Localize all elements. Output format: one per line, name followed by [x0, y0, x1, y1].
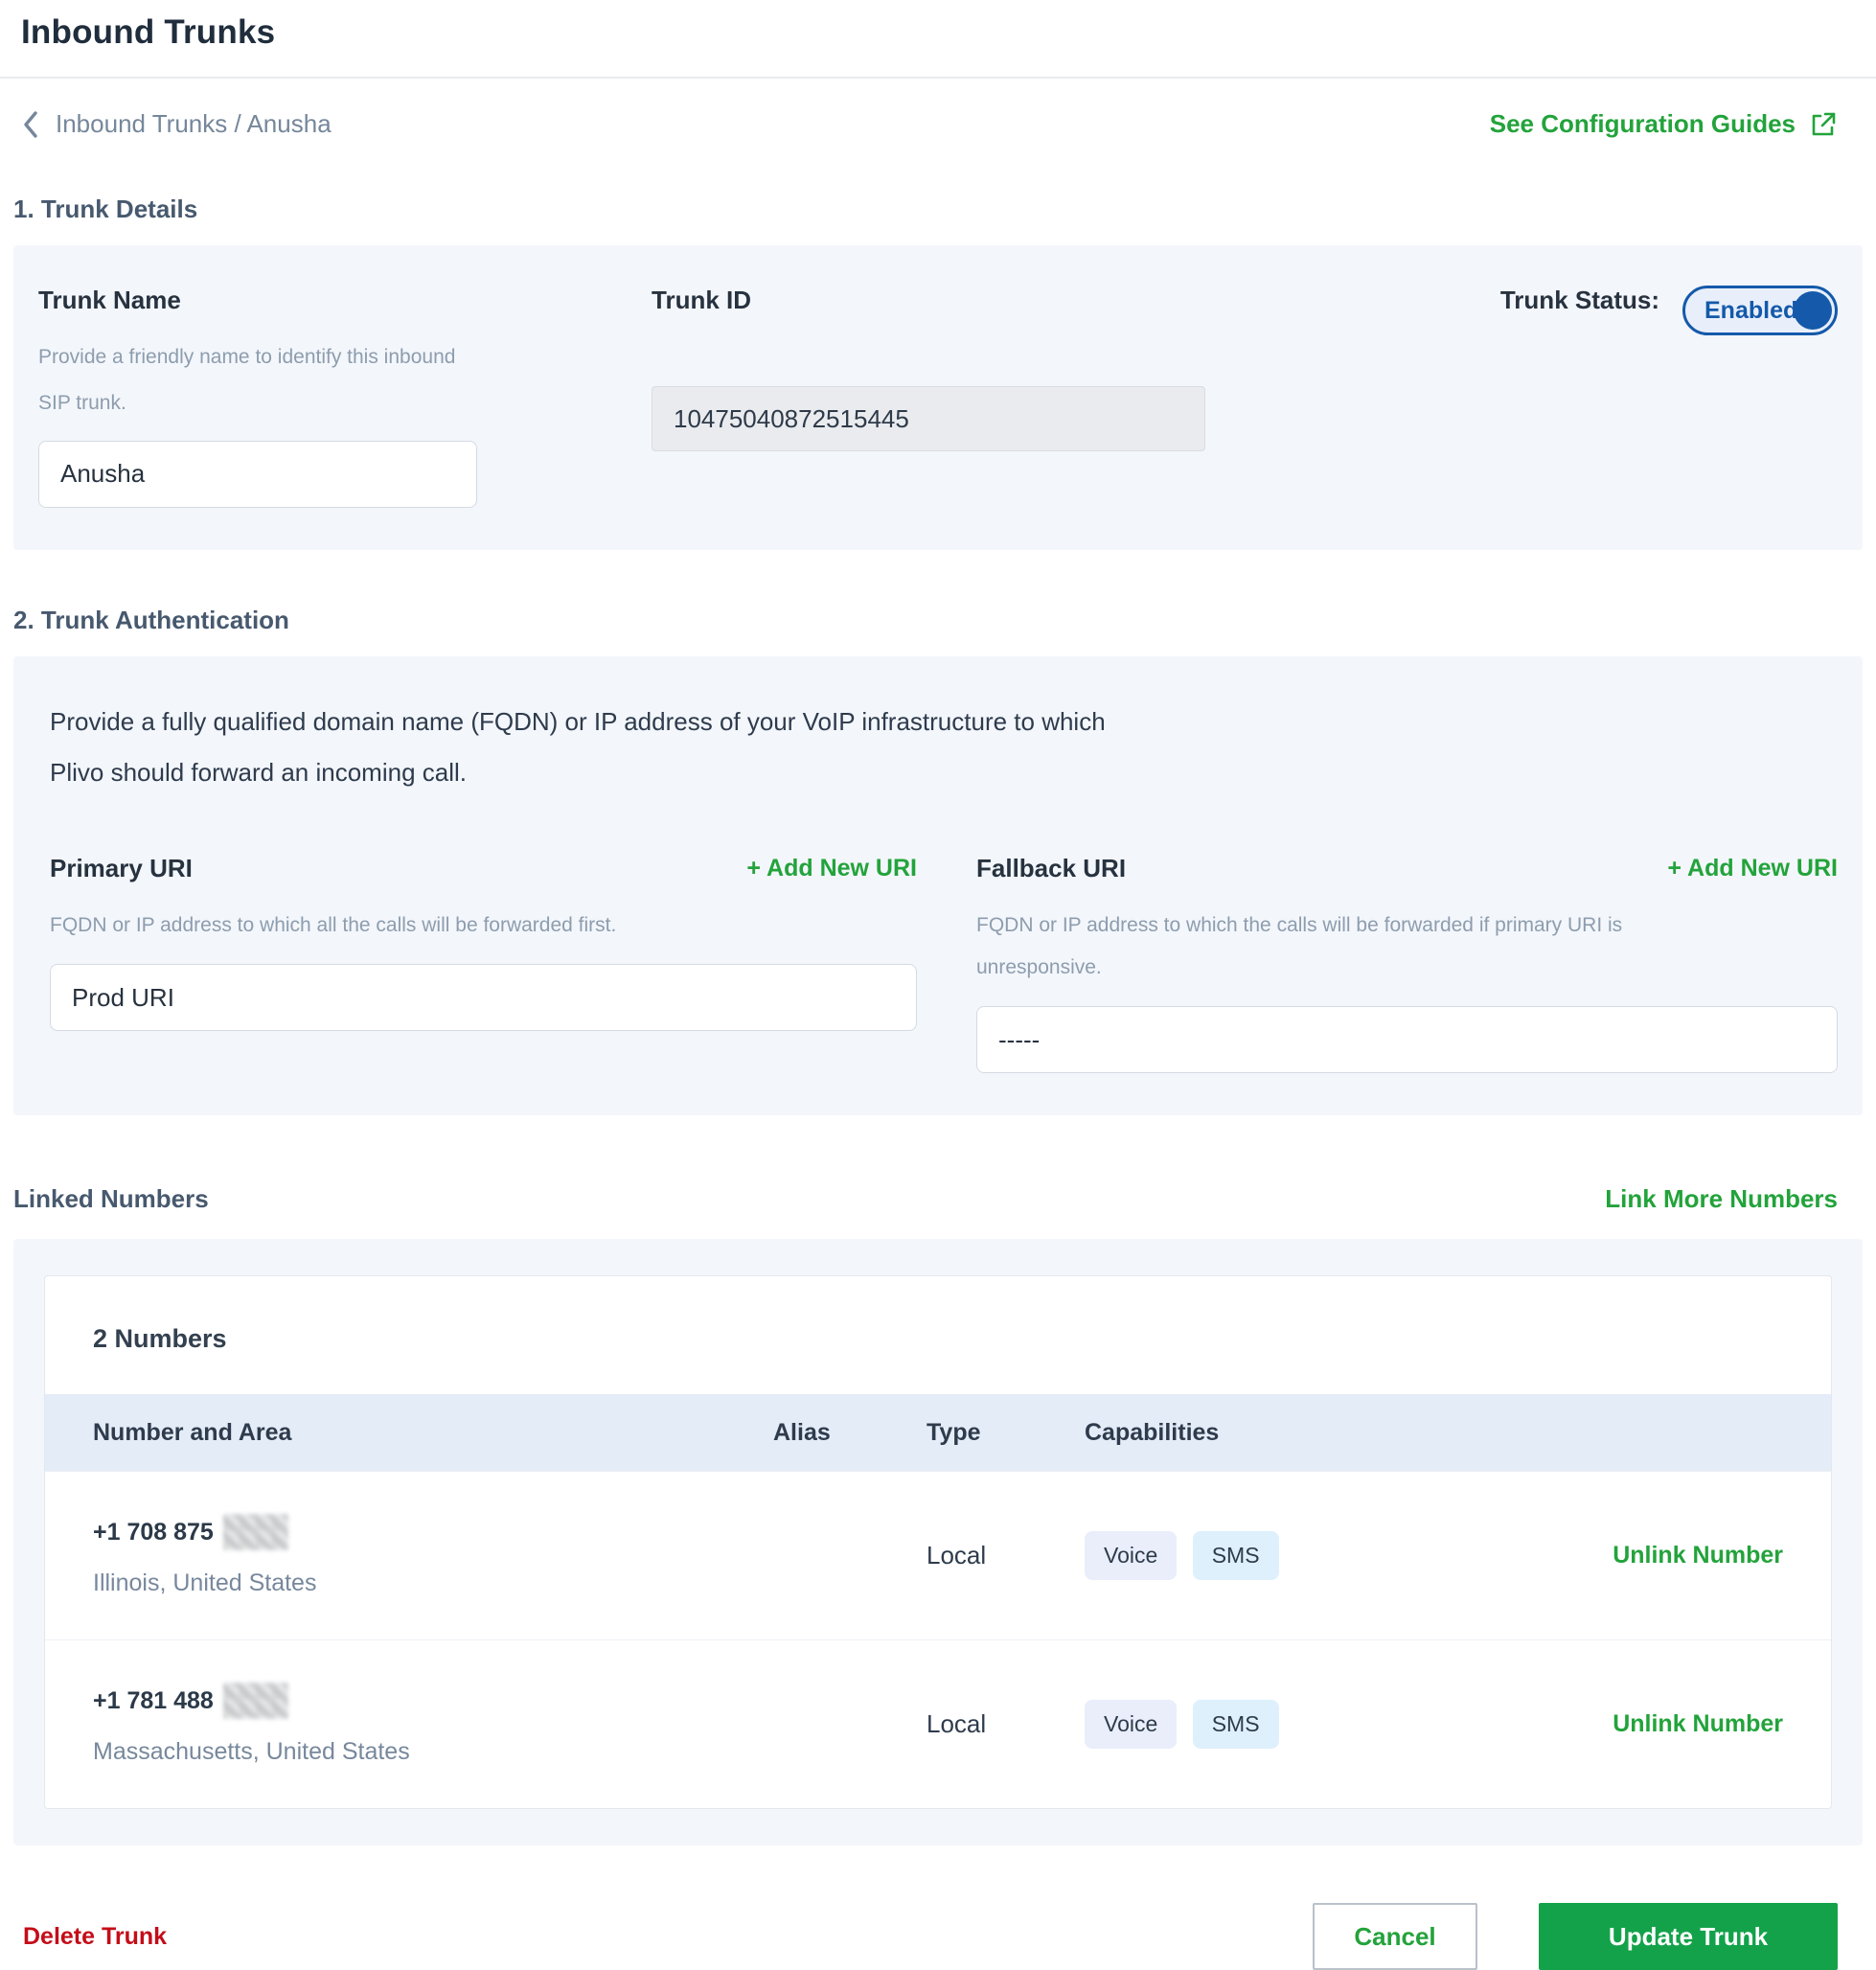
redacted-digits — [222, 1683, 288, 1720]
linked-numbers-heading: Linked Numbers — [13, 1184, 209, 1214]
unlink-number-link[interactable]: Unlink Number — [1613, 1710, 1783, 1738]
type-cell: Local — [927, 1541, 987, 1570]
trunk-id-label: Trunk ID — [652, 286, 752, 314]
primary-uri-input[interactable] — [50, 964, 917, 1032]
capability-badge-voice: Voice — [1085, 1700, 1178, 1750]
numbers-card: 2 Numbers Number and Area Alias Type Cap… — [44, 1275, 1832, 1810]
fallback-uri-field: Fallback URI + Add New URI FQDN or IP ad… — [976, 854, 1838, 1074]
fallback-uri-input[interactable] — [976, 1006, 1838, 1074]
primary-add-new-uri-link[interactable]: + Add New URI — [746, 855, 917, 882]
numbers-count: 2 Numbers — [93, 1324, 227, 1354]
trunk-id-value: 10475040872515445 — [652, 386, 1205, 451]
trunk-status-toggle[interactable]: Enabled — [1682, 286, 1838, 335]
capability-badge-sms: SMS — [1192, 1700, 1279, 1750]
primary-uri-label: Primary URI — [50, 854, 193, 883]
section-heading-trunk-details: 1. Trunk Details — [13, 195, 198, 223]
phone-number: +1 708 875 — [93, 1514, 773, 1551]
primary-uri-help: FQDN or IP address to which all the call… — [50, 914, 617, 937]
trunk-name-input[interactable] — [38, 440, 477, 508]
breadcrumb-row: Inbound Trunks / Anusha See Configuratio… — [23, 109, 1838, 139]
table-row: +1 781 488 Massachusetts, United States … — [45, 1639, 1831, 1808]
linked-numbers-panel: 2 Numbers Number and Area Alias Type Cap… — [13, 1239, 1863, 1846]
external-link-icon — [1812, 112, 1836, 135]
phone-number-text: +1 781 488 — [93, 1686, 214, 1714]
section-heading-trunk-authentication: 2. Trunk Authentication — [13, 605, 289, 634]
phone-number: +1 781 488 — [93, 1683, 773, 1720]
update-trunk-button[interactable]: Update Trunk — [1539, 1903, 1838, 1970]
chevron-left-icon — [24, 110, 37, 138]
capability-badge-voice: Voice — [1085, 1531, 1178, 1581]
column-capabilities: Capabilities — [1085, 1418, 1220, 1446]
capabilities-cell: Voice SMS — [1085, 1700, 1564, 1750]
column-number-and-area: Number and Area — [93, 1418, 292, 1446]
see-configuration-guides-label: See Configuration Guides — [1489, 109, 1796, 138]
fallback-uri-help: FQDN or IP address to which the calls wi… — [976, 914, 1623, 979]
trunk-name-help: Provide a friendly name to identify this… — [38, 346, 456, 415]
primary-uri-field: Primary URI + Add New URI FQDN or IP add… — [50, 854, 917, 1073]
trunk-name-label: Trunk Name — [38, 286, 181, 314]
type-cell: Local — [927, 1709, 987, 1739]
number-area: Massachusetts, United States — [93, 1738, 410, 1766]
cancel-button[interactable]: Cancel — [1313, 1903, 1477, 1970]
number-and-area-cell: +1 781 488 Massachusetts, United States — [93, 1683, 773, 1766]
column-type: Type — [927, 1418, 981, 1446]
numbers-table-header: Number and Area Alias Type Capabilities — [45, 1394, 1831, 1472]
see-configuration-guides-link[interactable]: See Configuration Guides — [1490, 109, 1838, 139]
linked-numbers-header: Linked Numbers Link More Numbers — [13, 1184, 1838, 1214]
breadcrumb-label: Inbound Trunks / Anusha — [56, 109, 332, 138]
footer-actions: Delete Trunk Cancel Update Trunk — [23, 1903, 1838, 1970]
link-more-numbers-link[interactable]: Link More Numbers — [1605, 1184, 1838, 1214]
trunk-auth-panel: Provide a fully qualified domain name (F… — [13, 655, 1863, 1116]
trunk-details-panel: Trunk Name Provide a friendly name to id… — [13, 245, 1863, 550]
delete-trunk-link[interactable]: Delete Trunk — [23, 1923, 167, 1951]
column-alias: Alias — [773, 1418, 831, 1446]
trunk-name-field: Trunk Name Provide a friendly name to id… — [38, 286, 652, 508]
fallback-uri-label: Fallback URI — [976, 854, 1127, 883]
table-row: +1 708 875 Illinois, United States Local… — [45, 1471, 1831, 1639]
number-and-area-cell: +1 708 875 Illinois, United States — [93, 1514, 773, 1597]
number-area: Illinois, United States — [93, 1569, 317, 1597]
redacted-digits — [222, 1514, 288, 1551]
unlink-number-link[interactable]: Unlink Number — [1613, 1542, 1783, 1569]
page-title: Inbound Trunks — [21, 13, 276, 51]
trunk-status-state: Enabled — [1704, 296, 1798, 324]
breadcrumb[interactable]: Inbound Trunks / Anusha — [23, 109, 332, 139]
fallback-add-new-uri-link[interactable]: + Add New URI — [1667, 855, 1838, 882]
page-header: Inbound Trunks — [0, 0, 1876, 79]
trunk-status-field: Trunk Status: Enabled — [1303, 286, 1838, 508]
capability-badge-sms: SMS — [1192, 1531, 1279, 1581]
phone-number-text: +1 708 875 — [93, 1518, 214, 1546]
toggle-knob — [1794, 291, 1832, 330]
trunk-status-label: Trunk Status: — [1499, 286, 1659, 314]
capabilities-cell: Voice SMS — [1085, 1531, 1564, 1581]
trunk-id-field: Trunk ID 10475040872515445 — [652, 286, 1303, 508]
trunk-auth-intro: Provide a fully qualified domain name (F… — [50, 706, 1106, 787]
